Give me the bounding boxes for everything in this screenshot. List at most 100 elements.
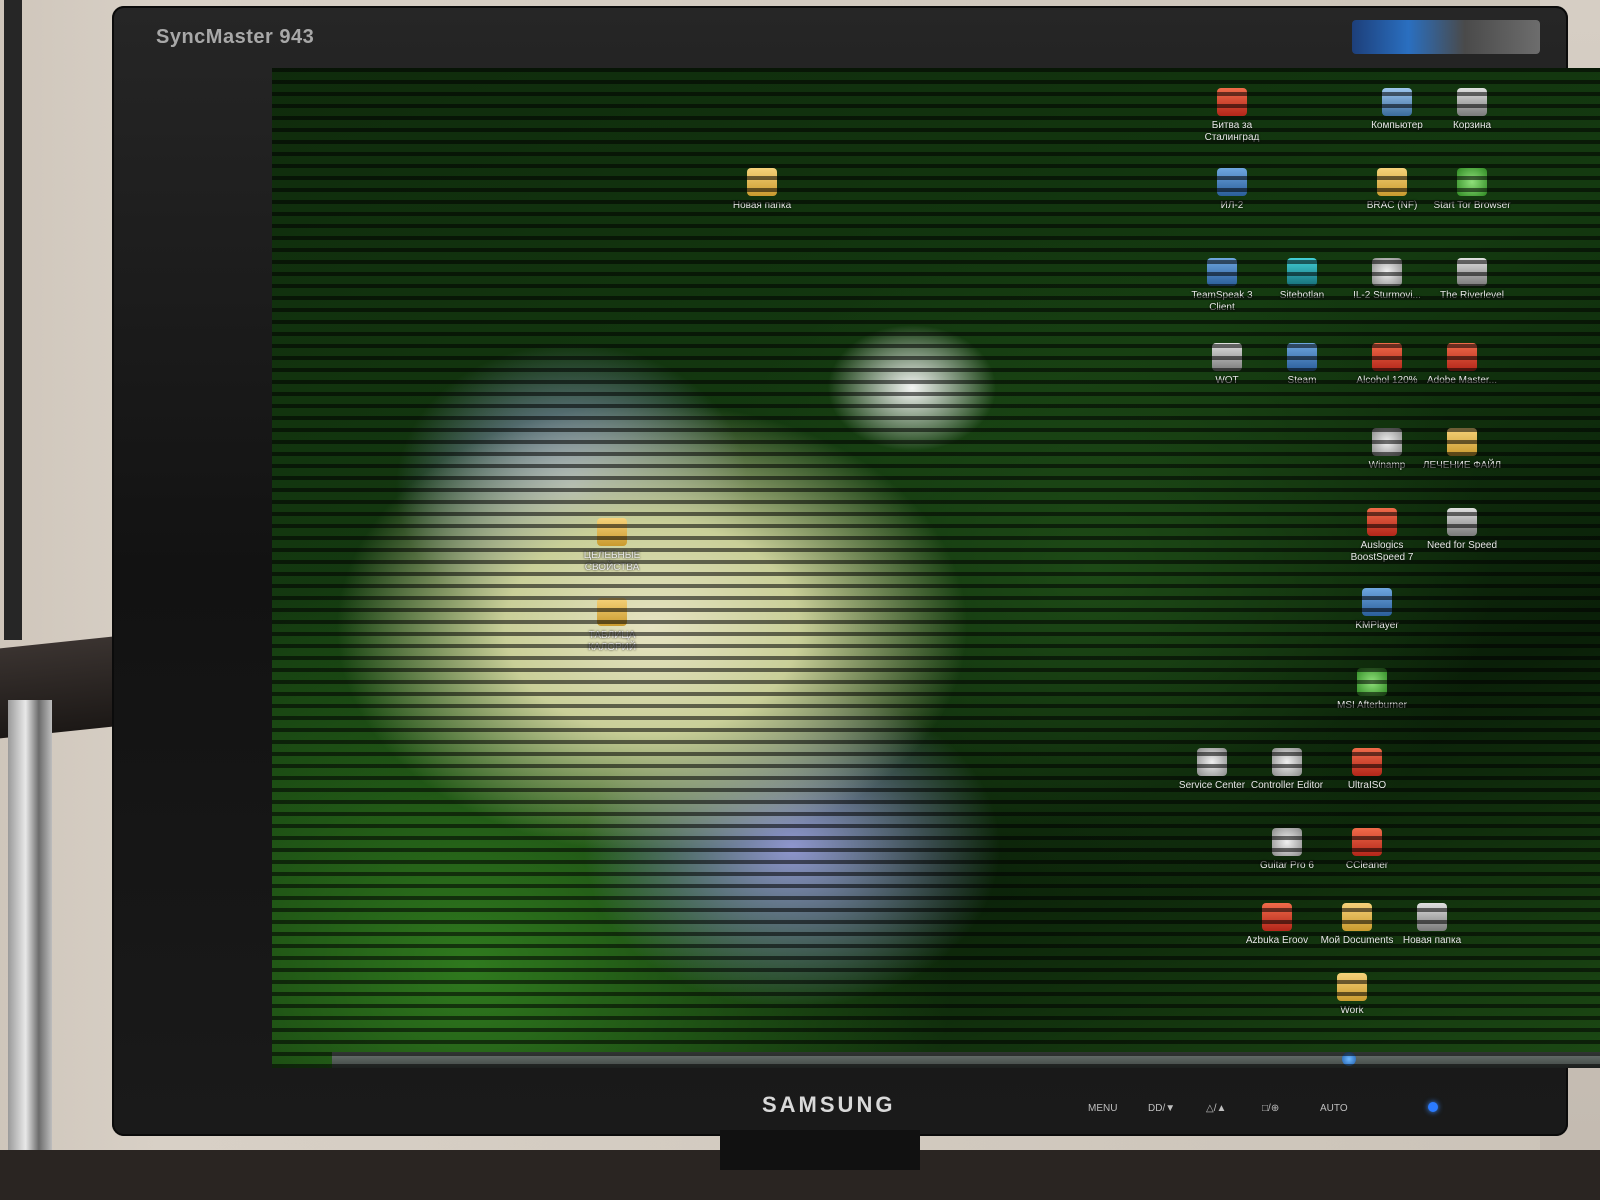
app-icon: [1262, 903, 1292, 931]
desktop-icon[interactable]: ЛЕЧЕНИЕ ФАЙЛ: [1422, 428, 1502, 472]
desktop-icon[interactable]: Need for Speed: [1422, 508, 1502, 552]
app-icon: [1272, 748, 1302, 776]
game-icon: [1217, 168, 1247, 196]
tor-browser-icon: [1457, 168, 1487, 196]
desktop-icon[interactable]: Новая папка: [722, 168, 802, 212]
desktop-icon[interactable]: CCleaner: [1327, 828, 1407, 872]
desktop-icon[interactable]: Корзина: [1432, 88, 1512, 132]
steam-icon: [1287, 343, 1317, 371]
desktop-icon[interactable]: MSI Afterburner: [1332, 668, 1412, 712]
desktop-icon[interactable]: Guitar Pro 6: [1247, 828, 1327, 872]
ccleaner-icon: [1352, 828, 1382, 856]
desktop-icon[interactable]: Controller Editor: [1247, 748, 1327, 792]
desktop-icon[interactable]: The Riverlevel: [1432, 258, 1512, 302]
app-icon: [1287, 258, 1317, 286]
afterburner-icon: [1357, 668, 1387, 696]
game-icon: [1217, 88, 1247, 116]
game-icon: [1212, 343, 1242, 371]
folder-icon: [1342, 903, 1372, 931]
chrome-stand-pole: [8, 700, 52, 1200]
desktop-icon-label: Steam: [1287, 375, 1317, 386]
monitor-brand-logo: SAMSUNG: [762, 1092, 896, 1117]
desktop-icon[interactable]: Service Center: [1172, 748, 1252, 792]
desktop-icon-label: CCleaner: [1345, 860, 1389, 871]
desktop-icon-label: Service Center: [1178, 780, 1246, 791]
monitor-button-enter[interactable]: □/⊕: [1262, 1103, 1279, 1114]
background-cable: [4, 0, 22, 640]
desktop-screen: Новая папка Битва за Сталинград Компьюте…: [272, 68, 1600, 1068]
alcohol-icon: [1372, 343, 1402, 371]
desktop-icon-label: Корзина: [1452, 120, 1492, 131]
desktop-icon[interactable]: UltraISO: [1327, 748, 1407, 792]
winamp-icon: [1372, 428, 1402, 456]
guitar-pro-icon: [1272, 828, 1302, 856]
desktop-icon-label: ИЛ-2: [1220, 200, 1244, 211]
desktop-icon[interactable]: Start Tor Browser: [1432, 168, 1512, 212]
desktop-icon[interactable]: ЦЕЛЕБНЫЕ СВОЙСТВА: [572, 518, 652, 574]
desktop-icon-label: TeamSpeak 3 Client: [1191, 290, 1253, 313]
desktop-icon-label: Auslogics BoostSpeed 7: [1350, 540, 1414, 563]
monitor-button-down[interactable]: DD/▼: [1148, 1103, 1175, 1114]
desktop-icon[interactable]: ТАБЛИЦА КАЛОРИЙ: [572, 598, 652, 654]
desktop-icon[interactable]: Auslogics BoostSpeed 7: [1342, 508, 1422, 564]
desktop-icon[interactable]: Битва за Сталинград: [1192, 88, 1272, 144]
desktop-icon-label: Work: [1340, 1005, 1364, 1016]
desktop-icon-label: Битва за Сталинград: [1204, 120, 1260, 143]
teamspeak-icon: [1207, 258, 1237, 286]
computer-icon: [1382, 88, 1412, 116]
desktop-icon[interactable]: TeamSpeak 3 Client: [1182, 258, 1262, 314]
folder-icon: [1337, 973, 1367, 1001]
folder-icon: [1447, 428, 1477, 456]
folder-icon: [747, 168, 777, 196]
game-icon: [1447, 508, 1477, 536]
monitor-button-menu[interactable]: MENU: [1088, 1103, 1117, 1114]
desktop-icon-label: BRAC (NF): [1366, 200, 1418, 211]
app-icon: [1197, 748, 1227, 776]
monitor-model-label: SyncMaster 943: [156, 26, 315, 48]
kmplayer-icon: [1362, 588, 1392, 616]
start-orb-icon[interactable]: [1342, 1052, 1356, 1066]
app-icon: [1367, 508, 1397, 536]
desktop-icon[interactable]: Winamp: [1347, 428, 1427, 472]
desktop-icon-label: Need for Speed: [1426, 540, 1498, 551]
desktop-icon[interactable]: Steam: [1262, 343, 1342, 387]
desktop-icon[interactable]: KMPlayer: [1337, 588, 1417, 632]
desktop-icon-label: Start Tor Browser: [1433, 200, 1511, 211]
desktop-icon-label: Controller Editor: [1250, 780, 1324, 791]
desktop-icon-label: Adobe Master...: [1426, 375, 1498, 386]
desktop-icon-label: IL-2 Sturmovi...: [1353, 290, 1421, 301]
game-icon: [1457, 258, 1487, 286]
desktop-icon-label: The Riverlevel: [1440, 290, 1504, 301]
taskbar[interactable]: [332, 1052, 1600, 1068]
app-icon: [1447, 343, 1477, 371]
monitor-bezel: SyncMaster 943 Новая папка Битва за Стал…: [112, 6, 1600, 1136]
desktop-icon[interactable]: BRAC (NF): [1352, 168, 1432, 212]
desktop-icon[interactable]: Azbuka Eroov: [1237, 903, 1317, 947]
folder-icon: [1417, 903, 1447, 931]
desktop-icon-label: ЦЕЛЕБНЫЕ СВОЙСТВА: [583, 550, 641, 573]
desktop-icon[interactable]: Компьютер: [1357, 88, 1437, 132]
desktop-icon[interactable]: IL-2 Sturmovi...: [1347, 258, 1427, 302]
desktop-icon-label: Mой Documents: [1320, 935, 1394, 946]
desktop-icon[interactable]: Work: [1312, 973, 1392, 1017]
game-icon: [1372, 258, 1402, 286]
folder-icon: [1377, 168, 1407, 196]
desktop-icon-label: Новая папка: [1402, 935, 1462, 946]
recycle-bin-icon: [1457, 88, 1487, 116]
desktop-icon[interactable]: Adobe Master...: [1422, 343, 1502, 387]
desktop-icon[interactable]: Mой Documents: [1317, 903, 1397, 947]
desktop-icon-label: UltraISO: [1347, 780, 1387, 791]
desktop-icon[interactable]: Новая папка: [1392, 903, 1472, 947]
desktop-icon-label: Новая папка: [732, 200, 792, 211]
folder-icon: [597, 598, 627, 626]
desktop-icon[interactable]: ИЛ-2: [1192, 168, 1272, 212]
desktop-icon[interactable]: Sitebotlan: [1262, 258, 1342, 302]
desktop-icon-label: WOT: [1215, 375, 1239, 386]
monitor-button-auto[interactable]: AUTO: [1320, 1103, 1348, 1114]
desktop-icon[interactable]: WOT: [1187, 343, 1267, 387]
desktop-icon-label: ЛЕЧЕНИЕ ФАЙЛ: [1422, 460, 1502, 471]
desktop-icon[interactable]: Alcohol 120%: [1347, 343, 1427, 387]
power-led-icon[interactable]: [1428, 1102, 1438, 1112]
monitor-button-up[interactable]: △/▲: [1206, 1103, 1226, 1114]
magicbright-sticker-icon: [1352, 20, 1540, 54]
